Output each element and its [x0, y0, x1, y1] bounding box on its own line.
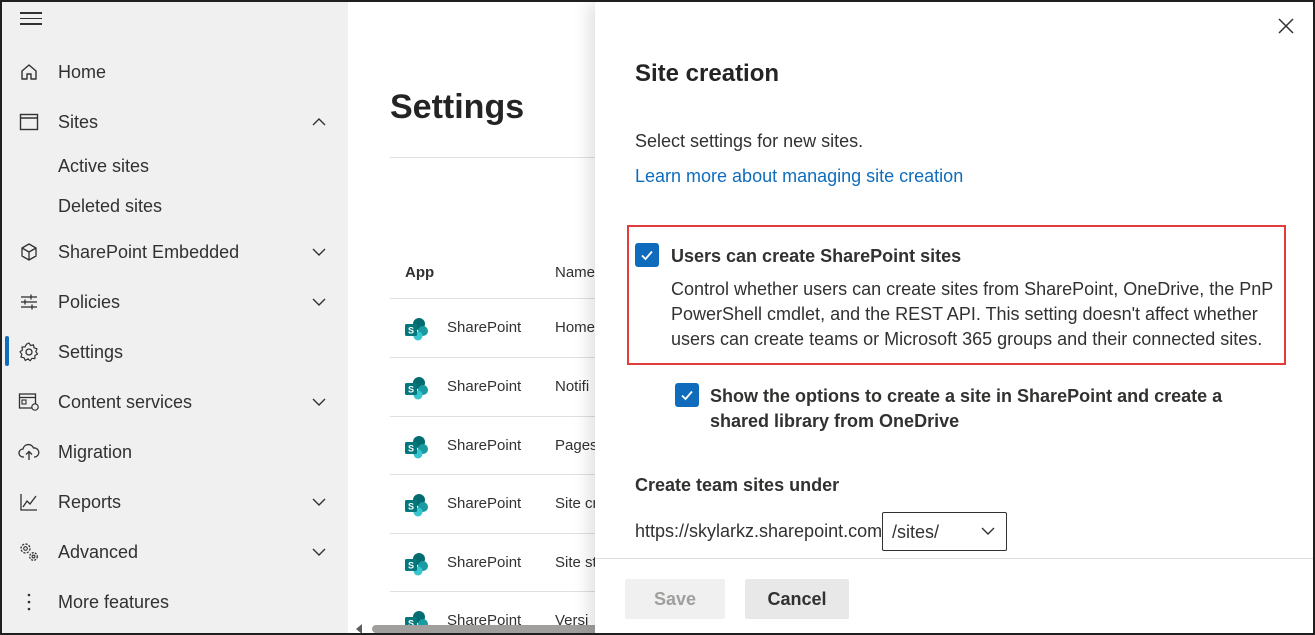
sidebar-item-label: Reports [58, 491, 122, 512]
cancel-button[interactable]: Cancel [745, 579, 849, 619]
name-cell: Site st [555, 554, 595, 571]
svg-text:S: S [408, 444, 414, 454]
svg-text:S: S [408, 561, 414, 571]
sidebar-item-label: Sites [58, 111, 99, 132]
sidebar-item-label: More features [58, 591, 170, 612]
sliders-icon [18, 291, 40, 313]
chevron-down-icon[interactable] [308, 291, 330, 313]
horizontal-scrollbar[interactable] [356, 623, 595, 633]
sidebar-item-label: Migration [58, 441, 133, 462]
more-vertical-icon [18, 591, 40, 613]
users-can-create-sites-checkbox[interactable] [635, 243, 659, 267]
svg-text:S: S [408, 502, 414, 512]
panel-title: Site creation [635, 60, 780, 87]
window-frame: Home Sites Active sites Deleted sites Sh… [0, 0, 1315, 635]
content-services-icon [18, 391, 40, 413]
gears-icon [18, 541, 40, 563]
sidebar-item-label: SharePoint Embedded [58, 241, 240, 262]
table-row[interactable]: S SharePoint Site st [390, 533, 595, 591]
menu-toggle-icon[interactable] [20, 12, 42, 28]
sidebar-item-policies[interactable]: Policies [2, 280, 348, 324]
panel-description: Select settings for new sites. [635, 131, 864, 151]
sharepoint-logo-icon: S [404, 493, 430, 517]
app-cell: SharePoint [447, 495, 522, 512]
scrollbar-thumb[interactable] [372, 625, 595, 633]
sharepoint-logo-icon: S [404, 376, 430, 400]
show-create-options-checkbox[interactable] [675, 383, 699, 407]
users-can-create-sites-description: Control whether users can create sites f… [671, 279, 1273, 349]
site-creation-panel: Site creation Select settings for new si… [595, 2, 1313, 633]
column-header-app[interactable]: App [405, 264, 434, 281]
browser-window-icon [18, 111, 40, 133]
sharepoint-logo-icon: S [404, 435, 430, 459]
sidebar-item-migration[interactable]: Migration [2, 430, 348, 474]
team-sites-label: Create team sites under [635, 475, 840, 495]
sidebar: Home Sites Active sites Deleted sites Sh… [2, 2, 348, 633]
checkmark-icon [641, 250, 653, 261]
checkmark-icon [681, 390, 693, 401]
gear-icon [18, 341, 40, 363]
sidebar-item-sites[interactable]: Sites [2, 100, 348, 144]
table-row[interactable]: S SharePoint Notifi [390, 357, 595, 415]
name-cell: Site cr [555, 495, 595, 512]
sidebar-item-label: Content services [58, 391, 193, 412]
chevron-down-icon [979, 522, 997, 540]
chevron-up-icon[interactable] [308, 111, 330, 133]
sidebar-item-label: Settings [58, 341, 124, 362]
page-title: Settings [390, 88, 525, 126]
svg-text:S: S [408, 385, 414, 395]
sidebar-item-content-services[interactable]: Content services [2, 380, 348, 424]
sidebar-item-label: Policies [58, 291, 121, 312]
line-chart-icon [18, 491, 40, 513]
app-cell: SharePoint [447, 437, 522, 454]
name-cell: Home [555, 319, 595, 336]
sidebar-item-settings[interactable]: Settings [2, 330, 348, 374]
name-cell: Notifi [555, 378, 590, 395]
sidebar-item-deleted-sites[interactable]: Deleted sites [58, 196, 162, 217]
cube-icon [18, 241, 40, 263]
sharepoint-logo-icon: S [404, 317, 430, 341]
app-cell: SharePoint [447, 319, 522, 336]
sidebar-item-active-sites[interactable]: Active sites [58, 156, 149, 177]
users-can-create-sites-label[interactable]: Users can create SharePoint sites [671, 246, 961, 267]
settings-page: Settings App Name S SharePoint Home S Sh… [348, 2, 595, 633]
cloud-upload-icon [18, 441, 40, 463]
sidebar-item-reports[interactable]: Reports [2, 480, 348, 524]
chevron-down-icon[interactable] [308, 491, 330, 513]
learn-more-link[interactable]: Learn more about managing site creation [635, 166, 963, 187]
sharepoint-logo-icon: S [404, 552, 430, 576]
save-button[interactable]: Save [625, 579, 725, 619]
team-sites-path-dropdown[interactable]: /sites/ [882, 512, 1007, 551]
sidebar-item-home[interactable]: Home [2, 50, 348, 94]
sidebar-item-label: Advanced [58, 541, 139, 562]
scroll-left-icon[interactable] [356, 624, 362, 633]
table-row[interactable]: S SharePoint Site cr [390, 474, 595, 532]
name-cell: Pages [555, 437, 595, 454]
table-row[interactable]: S SharePoint Pages [390, 416, 595, 474]
url-prefix: https://skylarkz.sharepoint.com [635, 521, 883, 541]
footer-divider [595, 558, 1313, 559]
chevron-down-icon[interactable] [308, 241, 330, 263]
close-icon[interactable] [1275, 15, 1297, 37]
sidebar-item-sharepoint-embedded[interactable]: SharePoint Embedded [2, 230, 348, 274]
app-cell: SharePoint [447, 378, 522, 395]
divider [390, 157, 595, 158]
table-row[interactable]: S SharePoint Home [390, 298, 595, 356]
show-create-options-label[interactable]: Show the options to create a site in Sha… [710, 384, 1270, 434]
app-cell: SharePoint [447, 554, 522, 571]
sidebar-item-more-features[interactable]: More features [2, 580, 348, 624]
column-header-name[interactable]: Name [555, 264, 595, 281]
sidebar-item-label: Home [58, 61, 107, 82]
chevron-down-icon[interactable] [308, 391, 330, 413]
sidebar-item-advanced[interactable]: Advanced [2, 530, 348, 574]
chevron-down-icon[interactable] [308, 541, 330, 563]
home-icon [18, 61, 40, 83]
dropdown-selected-value: /sites/ [892, 522, 940, 542]
svg-text:S: S [408, 326, 414, 336]
